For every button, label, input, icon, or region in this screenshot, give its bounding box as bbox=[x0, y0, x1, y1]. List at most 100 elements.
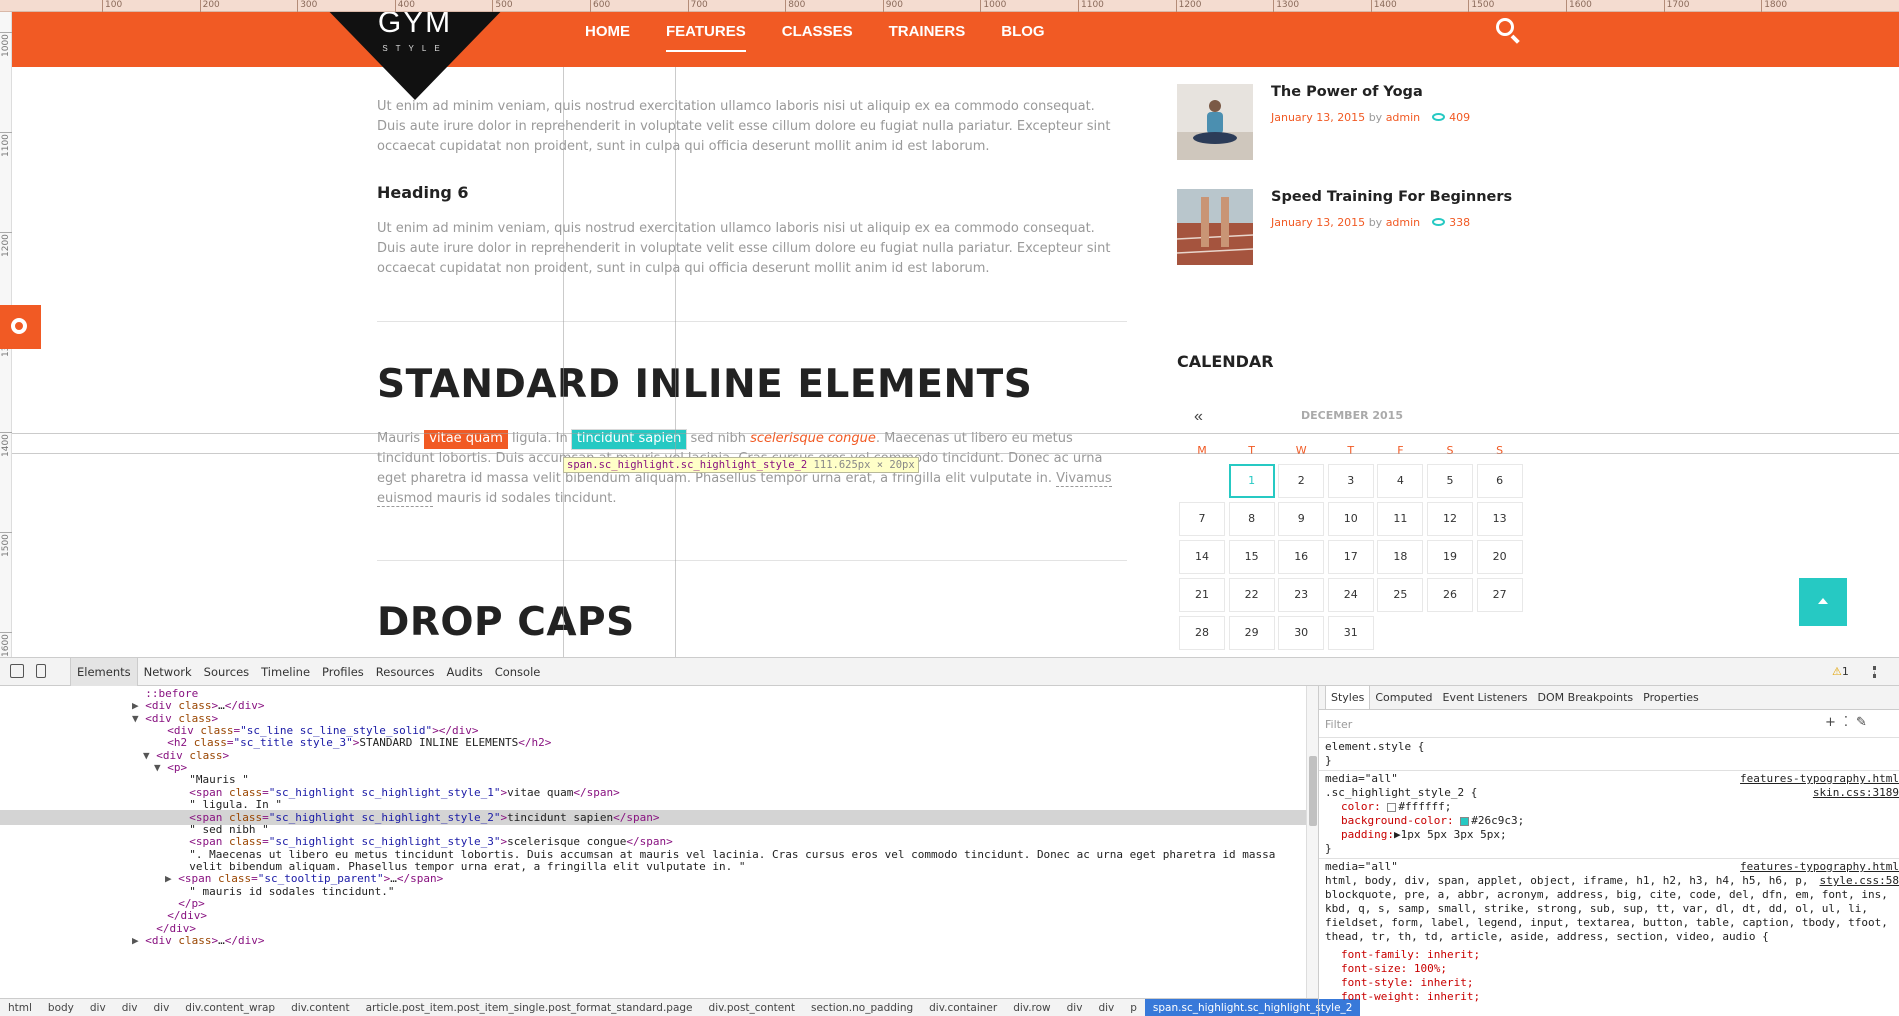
breadcrumb-item[interactable]: p bbox=[1122, 999, 1145, 1016]
element-style-rule[interactable]: element.style { bbox=[1325, 740, 1895, 754]
color-swatch-white[interactable] bbox=[1387, 802, 1397, 812]
color-swatch-teal[interactable] bbox=[1460, 816, 1470, 826]
css-selector[interactable]: blockquote, pre, a, abbr, acronym, addre… bbox=[1325, 888, 1895, 902]
calendar-day[interactable]: 10 bbox=[1327, 502, 1374, 536]
breadcrumb-item[interactable]: body bbox=[40, 999, 82, 1016]
devtools-tab-sources[interactable]: Sources bbox=[198, 658, 256, 686]
post-title[interactable]: Speed Training For Beginners bbox=[1271, 189, 1512, 205]
nav-link-trainers[interactable]: TRAINERS bbox=[889, 12, 966, 52]
dom-scrollbar[interactable] bbox=[1306, 686, 1318, 998]
stylesheet-link[interactable]: features-typography.html bbox=[1740, 860, 1899, 873]
post-author[interactable]: admin bbox=[1386, 111, 1420, 124]
calendar-day[interactable]: 27 bbox=[1476, 578, 1523, 612]
breadcrumb-item[interactable]: div.container bbox=[921, 999, 1005, 1016]
devtools-tab-resources[interactable]: Resources bbox=[370, 658, 441, 686]
styles-tab-dom-breakpoints[interactable]: DOM Breakpoints bbox=[1533, 686, 1639, 709]
styles-tab-computed[interactable]: Computed bbox=[1370, 686, 1437, 709]
calendar-day[interactable]: 1 bbox=[1228, 464, 1275, 498]
devtools-menu-icon[interactable] bbox=[1873, 666, 1876, 678]
recent-post[interactable]: Speed Training For Beginners January 13,… bbox=[1177, 189, 1527, 265]
devtools-tab-network[interactable]: Network bbox=[138, 658, 198, 686]
css-prop-font-style[interactable]: font-style: inherit; bbox=[1341, 976, 1899, 990]
calendar-day[interactable]: 2 bbox=[1278, 464, 1325, 498]
calendar-day[interactable]: 7 bbox=[1179, 502, 1225, 536]
calendar-day[interactable]: 22 bbox=[1228, 578, 1275, 612]
calendar-day[interactable]: 31 bbox=[1327, 616, 1374, 650]
search-icon[interactable] bbox=[1494, 16, 1524, 46]
breadcrumb-item[interactable]: div.content_wrap bbox=[177, 999, 283, 1016]
device-mode-icon[interactable] bbox=[36, 664, 46, 678]
styles-tab-properties[interactable]: Properties bbox=[1638, 686, 1704, 709]
calendar-day[interactable]: 23 bbox=[1278, 578, 1325, 612]
post-author[interactable]: admin bbox=[1386, 216, 1420, 229]
post-title[interactable]: The Power of Yoga bbox=[1271, 84, 1423, 100]
breadcrumb-item[interactable]: html bbox=[0, 999, 40, 1016]
nav-link-features[interactable]: FEATURES bbox=[666, 15, 746, 52]
stylesheet-link[interactable]: features-typography.html bbox=[1740, 772, 1899, 785]
calendar-day[interactable]: 14 bbox=[1179, 540, 1225, 574]
css-selector[interactable]: thead, tr, th, td, article, aside, addre… bbox=[1325, 930, 1895, 944]
nav-link-classes[interactable]: CLASSES bbox=[782, 12, 853, 52]
calendar-day[interactable]: 21 bbox=[1179, 578, 1225, 612]
css-prop-background[interactable]: background-color: #26c9c3; bbox=[1341, 814, 1899, 828]
breadcrumb-item[interactable]: div bbox=[145, 999, 177, 1016]
breadcrumb-item[interactable]: div.content bbox=[283, 999, 358, 1016]
dom-node[interactable]: ▶ <div class>…</div> bbox=[0, 933, 1306, 948]
site-logo[interactable]: GYM STYLE bbox=[318, 0, 512, 100]
styles-toolbar-icons[interactable]: +⁚✎ bbox=[1825, 715, 1875, 730]
css-prop-padding[interactable]: padding:▶1px 5px 3px 5px; bbox=[1341, 828, 1899, 842]
css-selector[interactable]: fieldset, form, label, legend, input, te… bbox=[1325, 916, 1895, 930]
calendar-day[interactable]: 15 bbox=[1228, 540, 1275, 574]
post-date[interactable]: January 13, 2015 bbox=[1271, 216, 1365, 229]
calendar-day[interactable]: 20 bbox=[1476, 540, 1523, 574]
scroll-to-top-button[interactable] bbox=[1799, 578, 1847, 626]
nav-link-blog[interactable]: BLOG bbox=[1001, 12, 1044, 52]
calendar-day[interactable]: 16 bbox=[1278, 540, 1325, 574]
devtools-tab-profiles[interactable]: Profiles bbox=[316, 658, 370, 686]
inspect-element-icon[interactable] bbox=[10, 664, 24, 678]
calendar-day[interactable]: 24 bbox=[1327, 578, 1374, 612]
post-thumbnail-running[interactable] bbox=[1177, 189, 1253, 265]
recent-post[interactable]: The Power of Yoga January 13, 2015 by ad… bbox=[1177, 84, 1527, 160]
breadcrumb-item[interactable]: div bbox=[114, 999, 146, 1016]
calendar-day[interactable]: 13 bbox=[1476, 502, 1523, 536]
breadcrumb-item[interactable]: section.no_padding bbox=[803, 999, 921, 1016]
calendar-day[interactable]: 9 bbox=[1278, 502, 1325, 536]
styles-tab-event-listeners[interactable]: Event Listeners bbox=[1438, 686, 1533, 709]
devtools-tab-audits[interactable]: Audits bbox=[441, 658, 489, 686]
calendar-day[interactable]: 17 bbox=[1327, 540, 1374, 574]
post-date[interactable]: January 13, 2015 bbox=[1271, 111, 1365, 124]
calendar-day[interactable]: 30 bbox=[1278, 616, 1325, 650]
calendar-day[interactable]: 5 bbox=[1427, 464, 1473, 498]
devtools-tab-elements[interactable]: Elements bbox=[70, 658, 138, 686]
styles-tab-styles[interactable]: Styles bbox=[1325, 686, 1371, 709]
css-selector[interactable]: html, body, div, span, applet, object, i… bbox=[1325, 874, 1895, 888]
calendar-day[interactable]: 6 bbox=[1476, 464, 1523, 498]
css-prop-font-size[interactable]: font-size: 100%; bbox=[1341, 962, 1899, 976]
post-thumbnail-yoga[interactable] bbox=[1177, 84, 1253, 160]
calendar-day[interactable]: 19 bbox=[1427, 540, 1473, 574]
calendar-day[interactable]: 29 bbox=[1228, 616, 1275, 650]
css-selector[interactable]: .sc_highlight_style_2 { bbox=[1325, 786, 1895, 800]
calendar-day[interactable]: 18 bbox=[1377, 540, 1424, 574]
breadcrumb-item[interactable]: div bbox=[1059, 999, 1091, 1016]
css-prop-color[interactable]: color: #ffffff; bbox=[1341, 800, 1899, 814]
css-prop-font-family[interactable]: font-family: inherit; bbox=[1341, 948, 1899, 962]
dom-expand-caret[interactable]: ▶ bbox=[132, 934, 145, 947]
breadcrumb-item[interactable]: div.row bbox=[1005, 999, 1058, 1016]
styles-filter-input[interactable]: Filter bbox=[1325, 718, 1352, 731]
calendar-day[interactable]: 4 bbox=[1377, 464, 1424, 498]
css-selector[interactable]: kbd, q, s, samp, small, strike, strong, … bbox=[1325, 902, 1895, 916]
breadcrumb-item[interactable]: div bbox=[82, 999, 114, 1016]
calendar-day[interactable]: 26 bbox=[1427, 578, 1473, 612]
devtools-tab-timeline[interactable]: Timeline bbox=[255, 658, 316, 686]
warning-counter[interactable]: ⚠1 bbox=[1832, 665, 1849, 678]
calendar-day[interactable]: 12 bbox=[1427, 502, 1473, 536]
devtools-tab-console[interactable]: Console bbox=[489, 658, 547, 686]
breadcrumb-item[interactable]: div bbox=[1090, 999, 1122, 1016]
dom-scrollbar-thumb[interactable] bbox=[1309, 756, 1317, 826]
breadcrumb-item[interactable]: article.post_item.post_item_single.post_… bbox=[358, 999, 701, 1016]
calendar-day[interactable]: 11 bbox=[1377, 502, 1424, 536]
calendar-day[interactable]: 3 bbox=[1327, 464, 1374, 498]
calendar-day[interactable]: 28 bbox=[1179, 616, 1225, 650]
